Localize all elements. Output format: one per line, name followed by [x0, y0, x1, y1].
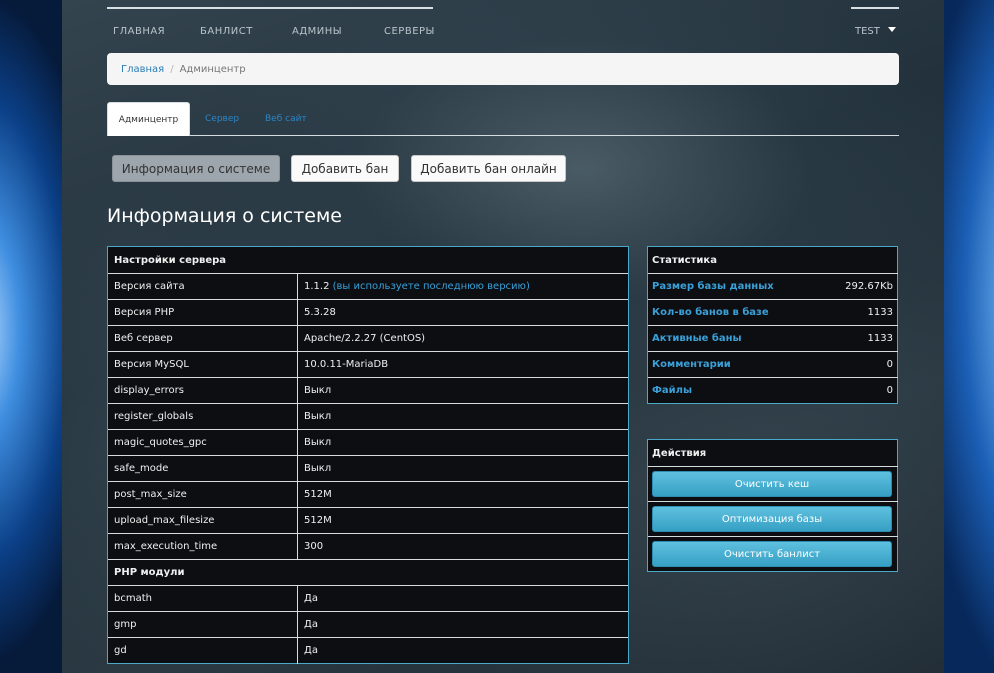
nav-item-servers[interactable]: СЕРВЕРЫ — [384, 26, 435, 37]
table-row: magic_quotes_gpc Выкл — [108, 429, 628, 456]
stat-ban-count-link[interactable]: Кол-во банов в базе — [652, 307, 769, 318]
breadcrumb-home-link[interactable]: Главная — [121, 64, 164, 75]
table-row: post_max_size 512M — [108, 481, 628, 508]
nav-underline — [107, 7, 433, 9]
system-info-button[interactable]: Информация о системе — [112, 155, 280, 182]
stat-active-bans-link[interactable]: Активные баны — [652, 333, 742, 344]
row-value: 300 — [304, 541, 324, 552]
list-item: Кол-во банов в базе 1133 — [648, 299, 898, 325]
row-label: upload_max_filesize — [114, 515, 215, 526]
stat-value: 1133 — [867, 333, 893, 344]
list-item: Оптимизация базы — [648, 501, 898, 536]
list-item: Файлы 0 — [648, 377, 898, 403]
background-right — [944, 0, 994, 673]
row-value: Да — [304, 645, 318, 656]
row-value: Выкл — [304, 437, 332, 448]
table-row: Веб сервер Apache/2.2.27 (CentOS) — [108, 325, 628, 352]
table-row: Версия MySQL 10.0.11-MariaDB — [108, 351, 628, 378]
table-row: upload_max_filesize 512M — [108, 507, 628, 534]
stat-comments-link[interactable]: Комментарии — [652, 359, 731, 370]
table-row: Версия PHP 5.3.28 — [108, 299, 628, 326]
row-value: Выкл — [304, 463, 332, 474]
clear-cache-button[interactable]: Очистить кеш — [652, 471, 892, 497]
statistics-title: Статистика — [652, 254, 717, 266]
stat-value: 292.67Kb — [845, 281, 893, 292]
tab-admincenter[interactable]: Админцентр — [107, 102, 190, 136]
statistics-header-row: Статистика — [648, 247, 898, 273]
breadcrumb: Главная / Админцентр — [107, 53, 899, 85]
optimize-db-button[interactable]: Оптимизация базы — [652, 506, 892, 532]
tab-server[interactable]: Сервер — [205, 114, 239, 124]
caret-down-icon[interactable] — [888, 27, 896, 32]
table-header-row: Настройки сервера — [108, 247, 628, 273]
row-label: Веб сервер — [114, 333, 173, 344]
breadcrumb-separator: / — [170, 63, 174, 75]
row-label: register_globals — [114, 411, 194, 422]
row-label: Версия MySQL — [114, 359, 189, 370]
row-value: Да — [304, 619, 318, 630]
add-ban-button[interactable]: Добавить бан — [291, 155, 399, 182]
stat-value: 1133 — [867, 307, 893, 318]
tab-website[interactable]: Веб сайт — [265, 114, 307, 124]
actions-panel: Действия Очистить кеш Оптимизация базы О… — [647, 439, 898, 572]
page-title: Информация о системе — [107, 205, 342, 227]
nav-item-banlist[interactable]: БАНЛИСТ — [200, 26, 253, 37]
stat-files-link[interactable]: Файлы — [652, 385, 692, 396]
stat-value: 0 — [886, 385, 893, 396]
clear-banlist-button[interactable]: Очистить банлист — [652, 541, 892, 567]
row-value: Да — [304, 593, 318, 604]
site-version-value: 1.1.2 — [304, 281, 330, 292]
table-row: safe_mode Выкл — [108, 455, 628, 482]
row-value: 5.3.28 — [304, 307, 336, 318]
row-value: 512M — [304, 515, 332, 526]
list-item: Активные баны 1133 — [648, 325, 898, 351]
site-version-note: (вы используете последнюю версию) — [332, 281, 530, 292]
nav-item-home[interactable]: ГЛАВНАЯ — [113, 26, 165, 37]
table-row: register_globals Выкл — [108, 403, 628, 430]
server-settings-table: Настройки сервера Версия сайта 1.1.2 (вы… — [107, 246, 629, 664]
list-item: Комментарии 0 — [648, 351, 898, 377]
table-row: display_errors Выкл — [108, 377, 628, 404]
row-label: gd — [114, 645, 127, 656]
row-value: Выкл — [304, 411, 332, 422]
row-value: 512M — [304, 489, 332, 500]
list-item: Размер базы данных 292.67Kb — [648, 273, 898, 299]
list-item: Очистить кеш — [648, 466, 898, 501]
add-ban-online-button[interactable]: Добавить бан онлайн — [411, 155, 566, 182]
row-value: 10.0.11-MariaDB — [304, 359, 389, 370]
table-header-row: PHP модули — [108, 559, 628, 585]
table-row: gd Да — [108, 637, 628, 664]
nav-item-admins[interactable]: АДМИНЫ — [292, 26, 342, 37]
top-nav: ГЛАВНАЯ БАНЛИСТ АДМИНЫ СЕРВЕРЫ TEST — [107, 0, 899, 44]
actions-title: Действия — [652, 447, 707, 459]
server-settings-header: Настройки сервера — [114, 254, 227, 266]
list-item: Очистить банлист — [648, 536, 898, 571]
row-value: 1.1.2 (вы используете последнюю версию) — [304, 281, 530, 292]
table-row: gmp Да — [108, 611, 628, 638]
table-row: Версия сайта 1.1.2 (вы используете после… — [108, 273, 628, 300]
row-label: Версия PHP — [114, 307, 175, 318]
table-row: max_execution_time 300 — [108, 533, 628, 560]
row-label: magic_quotes_gpc — [114, 437, 207, 448]
tab-bar: Админцентр Сервер Веб сайт — [107, 102, 899, 136]
breadcrumb-current: Админцентр — [179, 63, 246, 75]
row-label: gmp — [114, 619, 137, 630]
stat-db-size-link[interactable]: Размер базы данных — [652, 281, 774, 292]
row-label: max_execution_time — [114, 541, 218, 552]
background-left — [0, 0, 62, 673]
row-label: post_max_size — [114, 489, 187, 500]
row-label: display_errors — [114, 385, 184, 396]
row-label: bcmath — [114, 593, 152, 604]
row-value: Apache/2.2.27 (CentOS) — [304, 333, 426, 344]
row-value: Выкл — [304, 385, 332, 396]
actions-header-row: Действия — [648, 440, 898, 466]
nav-user-underline — [851, 7, 899, 9]
php-modules-header: PHP модули — [114, 567, 185, 578]
statistics-panel: Статистика Размер базы данных 292.67Kb К… — [647, 246, 898, 404]
nav-user-menu[interactable]: TEST — [855, 26, 880, 37]
stat-value: 0 — [886, 359, 893, 370]
row-label: Версия сайта — [114, 281, 185, 292]
row-label: safe_mode — [114, 463, 169, 474]
table-row: bcmath Да — [108, 585, 628, 612]
